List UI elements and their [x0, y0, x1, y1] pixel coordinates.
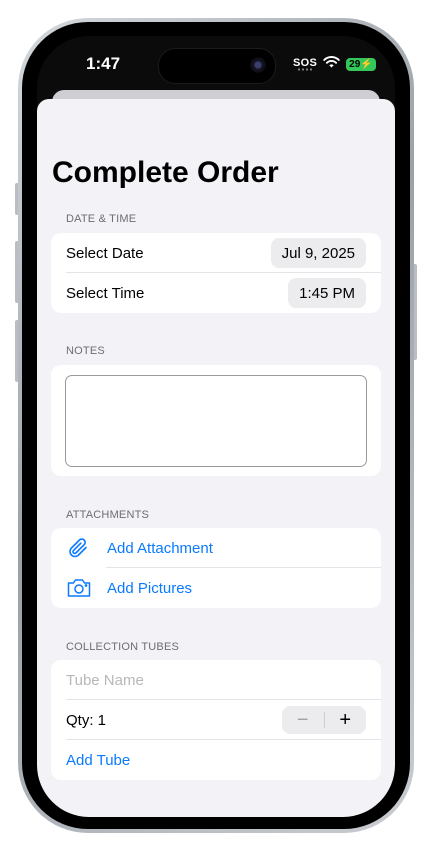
page-title: Complete Order	[52, 156, 279, 189]
status-indicators: SOS 29⚡	[293, 55, 376, 73]
quantity-row: Qty: 1 − +	[51, 700, 381, 740]
increment-button[interactable]: +	[325, 706, 367, 734]
complete-order-sheet: Complete Order DATE & TIME Select Date J…	[37, 99, 395, 817]
camera-lens	[250, 57, 266, 73]
attachments-card: Add Attachment Add Pictures	[51, 528, 381, 608]
decrement-button[interactable]: −	[282, 706, 324, 734]
camera-icon	[66, 577, 94, 599]
select-time-label: Select Time	[66, 284, 145, 302]
add-attachment-button[interactable]: Add Attachment	[107, 540, 213, 557]
add-pictures-row[interactable]: Add Pictures	[51, 568, 381, 608]
quantity-label: Qty: 1	[66, 711, 107, 729]
notes-card	[51, 365, 381, 476]
add-attachment-row[interactable]: Add Attachment	[51, 528, 381, 568]
paperclip-icon	[66, 536, 94, 560]
add-tube-button[interactable]: Add Tube	[66, 752, 130, 769]
collection-tubes-card: Tube Name Qty: 1 − + Add Tube	[51, 660, 381, 780]
dynamic-island	[158, 48, 276, 84]
section-header-notes: NOTES	[66, 345, 105, 357]
notes-text-area[interactable]	[65, 375, 367, 467]
tube-name-row: Tube Name	[51, 660, 381, 700]
section-header-attachments: ATTACHMENTS	[66, 509, 150, 521]
status-time: 1:47	[86, 54, 121, 73]
select-date-row: Select Date Jul 9, 2025	[51, 233, 381, 273]
wifi-icon	[323, 55, 340, 73]
section-header-date-time: DATE & TIME	[66, 213, 137, 225]
select-time-row: Select Time 1:45 PM	[51, 273, 381, 313]
select-date-label: Select Date	[66, 244, 144, 262]
battery-indicator: 29⚡	[346, 57, 376, 71]
sos-indicator: SOS	[293, 56, 318, 71]
charging-bolt-icon: ⚡	[360, 58, 373, 70]
date-picker-button[interactable]: Jul 9, 2025	[270, 238, 366, 268]
device-screen: 1:47 SOS 29⚡ Complete Order DATE & TIME …	[37, 36, 395, 817]
add-tube-row: Add Tube	[51, 740, 381, 780]
tube-name-input[interactable]: Tube Name	[66, 672, 144, 689]
quantity-stepper: − +	[282, 706, 366, 734]
time-picker-button[interactable]: 1:45 PM	[288, 278, 366, 308]
add-pictures-button[interactable]: Add Pictures	[107, 580, 192, 597]
date-time-card: Select Date Jul 9, 2025 Select Time 1:45…	[51, 233, 381, 313]
section-header-collection-tubes: COLLECTION TUBES	[66, 641, 180, 653]
